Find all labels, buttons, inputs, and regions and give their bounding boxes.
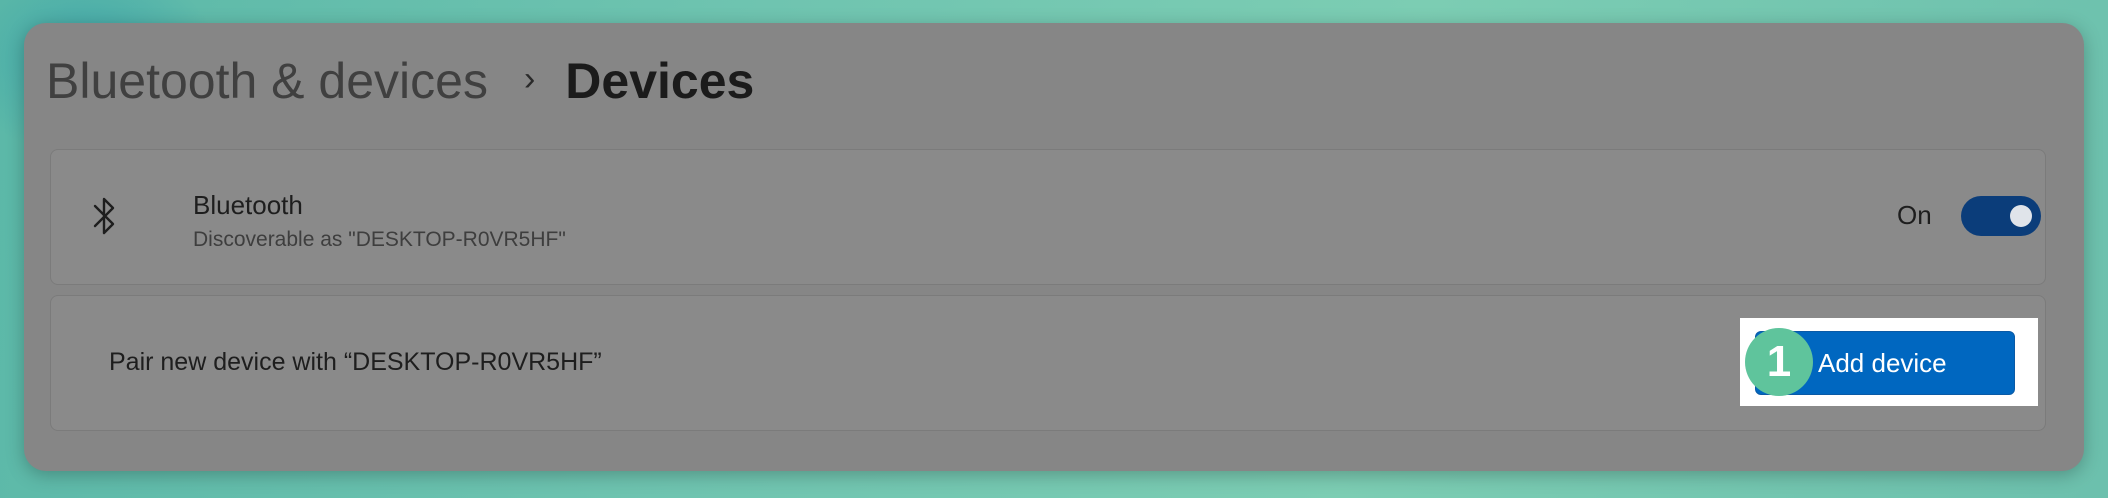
bluetooth-toggle-switch[interactable] [1961,196,2041,236]
breadcrumb-parent-link[interactable]: Bluetooth & devices [46,52,488,110]
page-title: Devices [565,53,755,109]
breadcrumb: Bluetooth & devices › Devices [46,41,754,121]
breadcrumb-chevron-icon: › [523,59,536,98]
pair-device-label: Pair new device with “DESKTOP-R0VR5HF” [109,348,602,376]
toggle-knob [2010,205,2032,227]
bluetooth-icon [89,194,119,238]
bluetooth-settings-card: Bluetooth Discoverable as "DESKTOP-R0VR5… [50,149,2046,285]
step-number-badge: 1 [1745,328,1813,396]
bluetooth-title: Bluetooth [193,190,303,220]
add-device-button-label: Add device [1818,347,1947,378]
bluetooth-toggle-state-label: On [1897,200,1932,230]
bluetooth-discoverable-subtitle: Discoverable as "DESKTOP-R0VR5HF" [193,228,566,251]
